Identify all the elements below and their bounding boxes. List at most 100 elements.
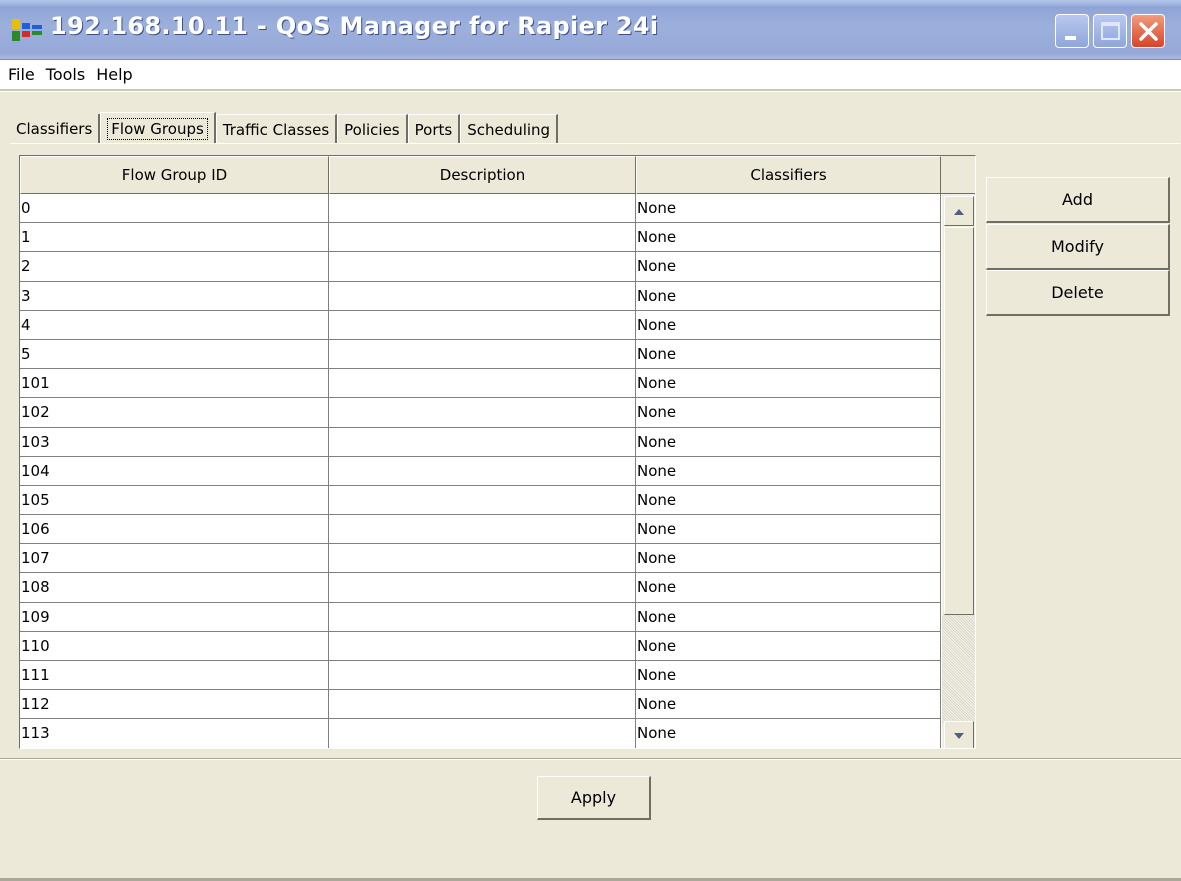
cell-flow-group-id: 110 xyxy=(20,631,329,660)
tab-label: Traffic Classes xyxy=(222,120,330,139)
cell-classifiers: None xyxy=(636,515,941,544)
cell-flow-group-id: 1 xyxy=(20,223,329,252)
cell-description xyxy=(329,369,636,398)
column-header-description[interactable]: Description xyxy=(329,156,636,194)
tab-traffic-classes[interactable]: Traffic Classes xyxy=(215,114,338,144)
cell-classifiers: None xyxy=(636,223,941,252)
tab-label: Flow Groups xyxy=(107,117,208,140)
cell-description xyxy=(329,252,636,281)
cell-flow-group-id: 111 xyxy=(20,661,329,690)
header-corner xyxy=(941,156,975,194)
minimize-button[interactable] xyxy=(1055,14,1089,48)
cell-description xyxy=(329,719,636,748)
maximize-button[interactable] xyxy=(1093,14,1127,48)
table-row[interactable]: 111 None xyxy=(20,661,941,691)
cell-description xyxy=(329,631,636,660)
table-row[interactable]: 3 None xyxy=(20,281,941,311)
cell-classifiers: None xyxy=(636,631,941,660)
scroll-down-button[interactable] xyxy=(944,721,974,748)
cell-description xyxy=(329,223,636,252)
menu-bar: File Tools Help xyxy=(0,60,1181,90)
cell-flow-group-id: 103 xyxy=(20,427,329,456)
arrow-up-icon xyxy=(954,209,964,215)
menu-divider xyxy=(0,90,1181,92)
cell-classifiers: None xyxy=(636,544,941,573)
bottom-divider xyxy=(0,758,1181,760)
cell-flow-group-id: 5 xyxy=(20,339,329,369)
delete-button[interactable]: Delete xyxy=(986,270,1170,316)
close-icon xyxy=(1139,22,1158,41)
cell-flow-group-id: 113 xyxy=(20,719,329,748)
cell-classifiers: None xyxy=(636,398,941,427)
cell-classifiers: None xyxy=(636,252,941,281)
table-row[interactable]: 110 None xyxy=(20,631,941,661)
table-row[interactable]: 112 None xyxy=(20,690,941,720)
cell-classifiers: None xyxy=(636,456,941,485)
table-row[interactable]: 2 None xyxy=(20,252,941,282)
tab-scheduling[interactable]: Scheduling xyxy=(460,114,559,144)
modify-button[interactable]: Modify xyxy=(986,224,1170,270)
cell-description xyxy=(329,690,636,719)
menu-help[interactable]: Help xyxy=(94,65,141,84)
table-row[interactable]: 1 None xyxy=(20,223,941,253)
app-icon xyxy=(12,19,42,41)
table-row[interactable]: 102 None xyxy=(20,398,941,428)
cell-description xyxy=(329,456,636,485)
flow-groups-table[interactable]: Flow Group ID Description Classifiers 0 N… xyxy=(19,155,976,749)
cell-description xyxy=(329,194,636,223)
arrow-down-icon xyxy=(954,733,964,739)
cell-flow-group-id: 108 xyxy=(20,573,329,602)
cell-flow-group-id: 3 xyxy=(20,281,329,310)
cell-flow-group-id: 104 xyxy=(20,456,329,485)
table-row[interactable]: 101 None xyxy=(20,369,941,399)
table-row[interactable]: 106 None xyxy=(20,515,941,545)
scroll-track[interactable] xyxy=(942,614,975,724)
menu-file[interactable]: File xyxy=(6,65,44,84)
cell-flow-group-id: 2 xyxy=(20,252,329,281)
table-row[interactable]: 113 None xyxy=(20,719,941,748)
table-row[interactable]: 4 None xyxy=(20,310,941,340)
cell-classifiers: None xyxy=(636,194,941,223)
tab-panel-edge xyxy=(10,143,1180,144)
table-row[interactable]: 108 None xyxy=(20,573,941,603)
column-header-classifiers[interactable]: Classifiers xyxy=(636,156,941,194)
cell-flow-group-id: 107 xyxy=(20,544,329,573)
close-button[interactable] xyxy=(1131,14,1165,48)
cell-description xyxy=(329,485,636,515)
table-row[interactable]: 103 None xyxy=(20,427,941,457)
tab-strip: Classifiers Flow Groups Traffic Classes … xyxy=(10,112,559,144)
cell-flow-group-id: 102 xyxy=(20,398,329,427)
table-row[interactable]: 109 None xyxy=(20,602,941,632)
tab-ports[interactable]: Ports xyxy=(407,114,461,144)
tab-policies[interactable]: Policies xyxy=(337,114,408,144)
vertical-scrollbar[interactable] xyxy=(942,194,975,748)
tab-label: Policies xyxy=(344,120,400,139)
table-body: 0 None 1 None 2 None 3 None 4 None 5 None 101 None 102… xyxy=(20,194,941,748)
cell-classifiers: None xyxy=(636,485,941,515)
column-header-flow-group-id[interactable]: Flow Group ID xyxy=(20,156,329,194)
tab-flow-groups[interactable]: Flow Groups xyxy=(100,112,216,144)
cell-flow-group-id: 112 xyxy=(20,690,329,719)
title-bar[interactable]: 192.168.10.11 - QoS Manager for Rapier 2… xyxy=(0,0,1181,60)
cell-description xyxy=(329,602,636,631)
cell-description xyxy=(329,398,636,427)
table-row[interactable]: 107 None xyxy=(20,544,941,574)
table-row[interactable]: 104 None xyxy=(20,456,941,486)
cell-classifiers: None xyxy=(636,602,941,631)
cell-classifiers: None xyxy=(636,369,941,398)
tab-label: Classifiers xyxy=(16,120,93,138)
cell-classifiers: None xyxy=(636,281,941,310)
cell-description xyxy=(329,339,636,369)
table-row[interactable]: 0 None xyxy=(20,194,941,224)
scroll-up-button[interactable] xyxy=(944,196,974,226)
apply-button[interactable]: Apply xyxy=(537,776,651,820)
add-button[interactable]: Add xyxy=(986,177,1170,223)
cell-classifiers: None xyxy=(636,427,941,456)
table-row[interactable]: 5 None xyxy=(20,339,941,370)
tab-classifiers[interactable]: Classifiers xyxy=(10,114,101,144)
cell-description xyxy=(329,310,636,339)
cell-description xyxy=(329,573,636,602)
table-row[interactable]: 105 None xyxy=(20,485,941,516)
scroll-thumb[interactable] xyxy=(944,227,974,615)
menu-tools[interactable]: Tools xyxy=(44,65,94,84)
